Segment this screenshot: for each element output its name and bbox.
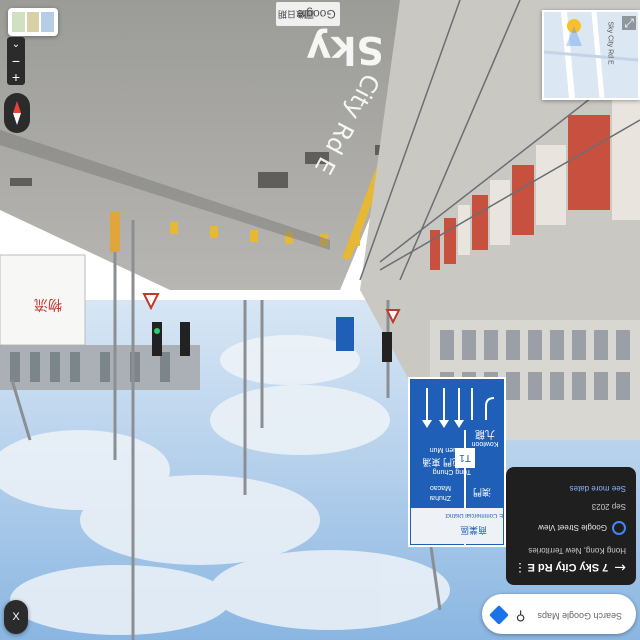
location-title: 7 Sky City Rd E [527, 561, 609, 573]
close-icon: X [12, 611, 20, 623]
street-view-icon [612, 521, 626, 535]
expand-minimap-button[interactable]: ⤢ [622, 16, 636, 30]
direction-sign-text: T1 九龍 Kowloon 屯門 東涌 Tuen Mun Tung Chung … [409, 420, 505, 546]
search-box[interactable]: Search Google Maps ⚲ [482, 594, 636, 634]
more-options-icon[interactable]: ⋮ [514, 561, 526, 575]
sign-tuen-en: Tuen Mun [429, 446, 461, 453]
image-date-label: 圖像日期 [278, 9, 315, 19]
sign-commercial-cn: 商業區 [459, 525, 487, 535]
sign-commercial-en: E Commercial District [445, 512, 503, 518]
zoom-control: ⌄ − + [7, 37, 25, 85]
close-street-view-button[interactable]: X [4, 600, 28, 634]
street-name-overlay: Sky City Rd E [300, 0, 390, 200]
sign-tung-en: Tung Chung [432, 468, 471, 475]
sign-kowloon-en: Kowloon [471, 440, 499, 447]
see-more-dates-link[interactable]: See more dates [570, 484, 626, 493]
billboard-glyph: 物流 [34, 296, 62, 312]
small-blue-sign [336, 317, 354, 351]
location-info-card[interactable]: ← 7 Sky City Rd E Hong Kong, New Territo… [506, 467, 636, 585]
minimap-road-label: Sky City Rd E [606, 21, 614, 65]
expand-icon: ⤢ [624, 16, 634, 30]
capture-date: Sep 2023 [591, 502, 626, 511]
layers-button[interactable] [8, 8, 58, 36]
search-icon[interactable]: ⚲ [516, 608, 526, 623]
back-arrow-icon[interactable]: ← [614, 559, 626, 575]
compass-icon [13, 101, 21, 125]
google-watermark: Google 圖像日期 [276, 2, 340, 26]
layers-icon [12, 12, 55, 32]
zoom-in-button[interactable]: + [7, 69, 25, 85]
minimap[interactable]: Sky City Rd E ⤢ [542, 10, 640, 100]
compass-button[interactable] [4, 93, 30, 133]
sign-zhuhai-en: Zhuhai [429, 494, 451, 501]
street-name-line2: City Rd E [308, 69, 386, 179]
location-subtitle: Hong Kong, New Territories [528, 546, 626, 555]
sign-macao-en: Macao [429, 484, 451, 491]
zoom-out-button[interactable]: − [7, 53, 25, 69]
sign-macao-cn: 澳門 [472, 487, 491, 497]
collapse-icon[interactable]: ⌄ [7, 37, 25, 53]
source-label: Google Street View [538, 523, 607, 533]
street-view-screen: 物流 Sky City Rd E T1 九龍 Kowloon 屯門 東涌 Tue… [0, 0, 640, 640]
search-placeholder: Search Google Maps [537, 611, 622, 621]
directions-icon[interactable] [489, 605, 509, 625]
